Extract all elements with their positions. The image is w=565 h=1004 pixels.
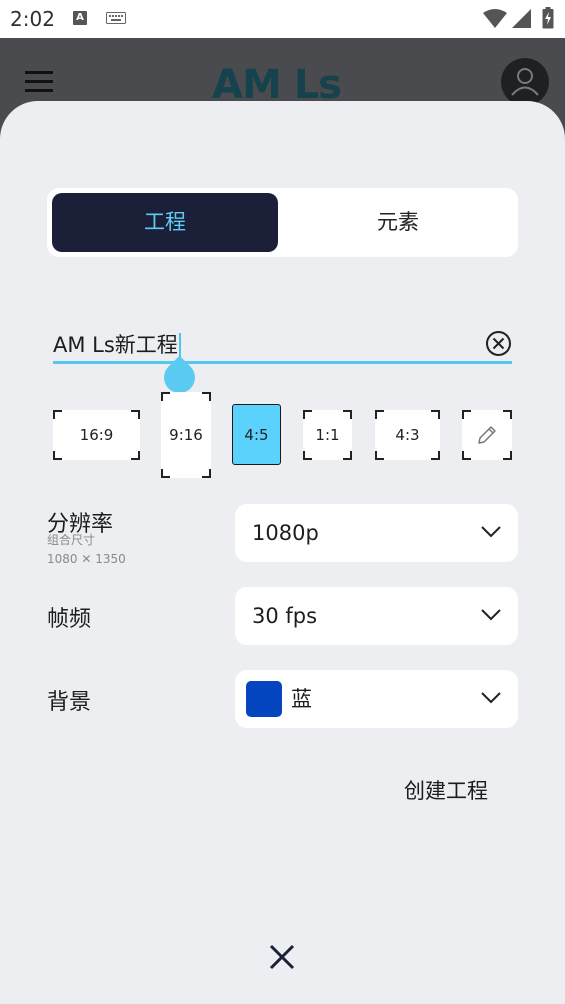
signal-icon	[512, 9, 531, 28]
create-project-button[interactable]: 创建工程	[404, 775, 488, 805]
keyboard-icon	[106, 12, 126, 24]
ratio-4-5-button[interactable]: 4:5	[232, 404, 281, 465]
tab-bar: 工程 元素	[47, 188, 518, 257]
menu-icon[interactable]	[25, 70, 53, 92]
ratio-label: 4:3	[395, 426, 420, 444]
resolution-value: 1080p	[252, 521, 319, 545]
ratio-label: 1:1	[315, 426, 340, 444]
create-project-sheet: 工程 元素 AM Ls新工程 16:9 9:16 4:5 1:1 4:3 分辨率…	[0, 101, 565, 1004]
frame-rate-value: 30 fps	[252, 604, 318, 628]
project-name-input[interactable]: AM Ls新工程	[53, 329, 473, 361]
project-name-value: AM Ls新工程	[53, 333, 178, 357]
background-label: 背景	[47, 690, 92, 715]
resolution-select[interactable]: 1080p	[235, 504, 518, 562]
status-bar: 2:02 A	[0, 0, 565, 38]
ratio-9-16-button[interactable]: 9:16	[161, 392, 211, 478]
avatar[interactable]	[501, 58, 549, 106]
chevron-down-icon	[481, 526, 501, 538]
frame-rate-label: 帧频	[47, 607, 92, 632]
composition-size-label: 组合尺寸	[47, 533, 96, 547]
tab-project[interactable]: 工程	[52, 193, 278, 252]
notification-a-icon: A	[73, 11, 87, 25]
ratio-4-3-button[interactable]: 4:3	[375, 410, 440, 460]
frame-rate-select[interactable]: 30 fps	[235, 587, 518, 645]
ratio-label: 4:5	[244, 425, 269, 444]
custom-ratio-button[interactable]	[462, 410, 512, 460]
chevron-down-icon	[481, 609, 501, 621]
pencil-icon	[478, 426, 496, 444]
ratio-16-9-button[interactable]: 16:9	[53, 410, 140, 460]
ratio-label: 9:16	[169, 426, 203, 444]
chevron-down-icon	[481, 692, 501, 704]
ratio-label: 16:9	[79, 426, 114, 444]
composition-size-value: 1080 ✕ 1350	[47, 552, 126, 566]
status-time: 2:02	[10, 7, 55, 31]
input-underline	[53, 361, 512, 364]
tab-elements[interactable]: 元素	[283, 193, 513, 252]
battery-icon	[542, 7, 554, 29]
clear-icon[interactable]	[485, 330, 512, 357]
color-swatch	[246, 681, 282, 717]
user-icon	[511, 68, 539, 96]
close-icon[interactable]	[267, 942, 297, 972]
background-select[interactable]: 蓝	[235, 670, 518, 728]
background-value: 蓝	[291, 687, 312, 711]
screen: 2:02 A AM Ls 工程 元素 AM Ls新工程 16:9 9:16 4:…	[0, 0, 565, 1004]
wifi-icon	[483, 9, 507, 28]
ratio-1-1-button[interactable]: 1:1	[303, 410, 352, 460]
